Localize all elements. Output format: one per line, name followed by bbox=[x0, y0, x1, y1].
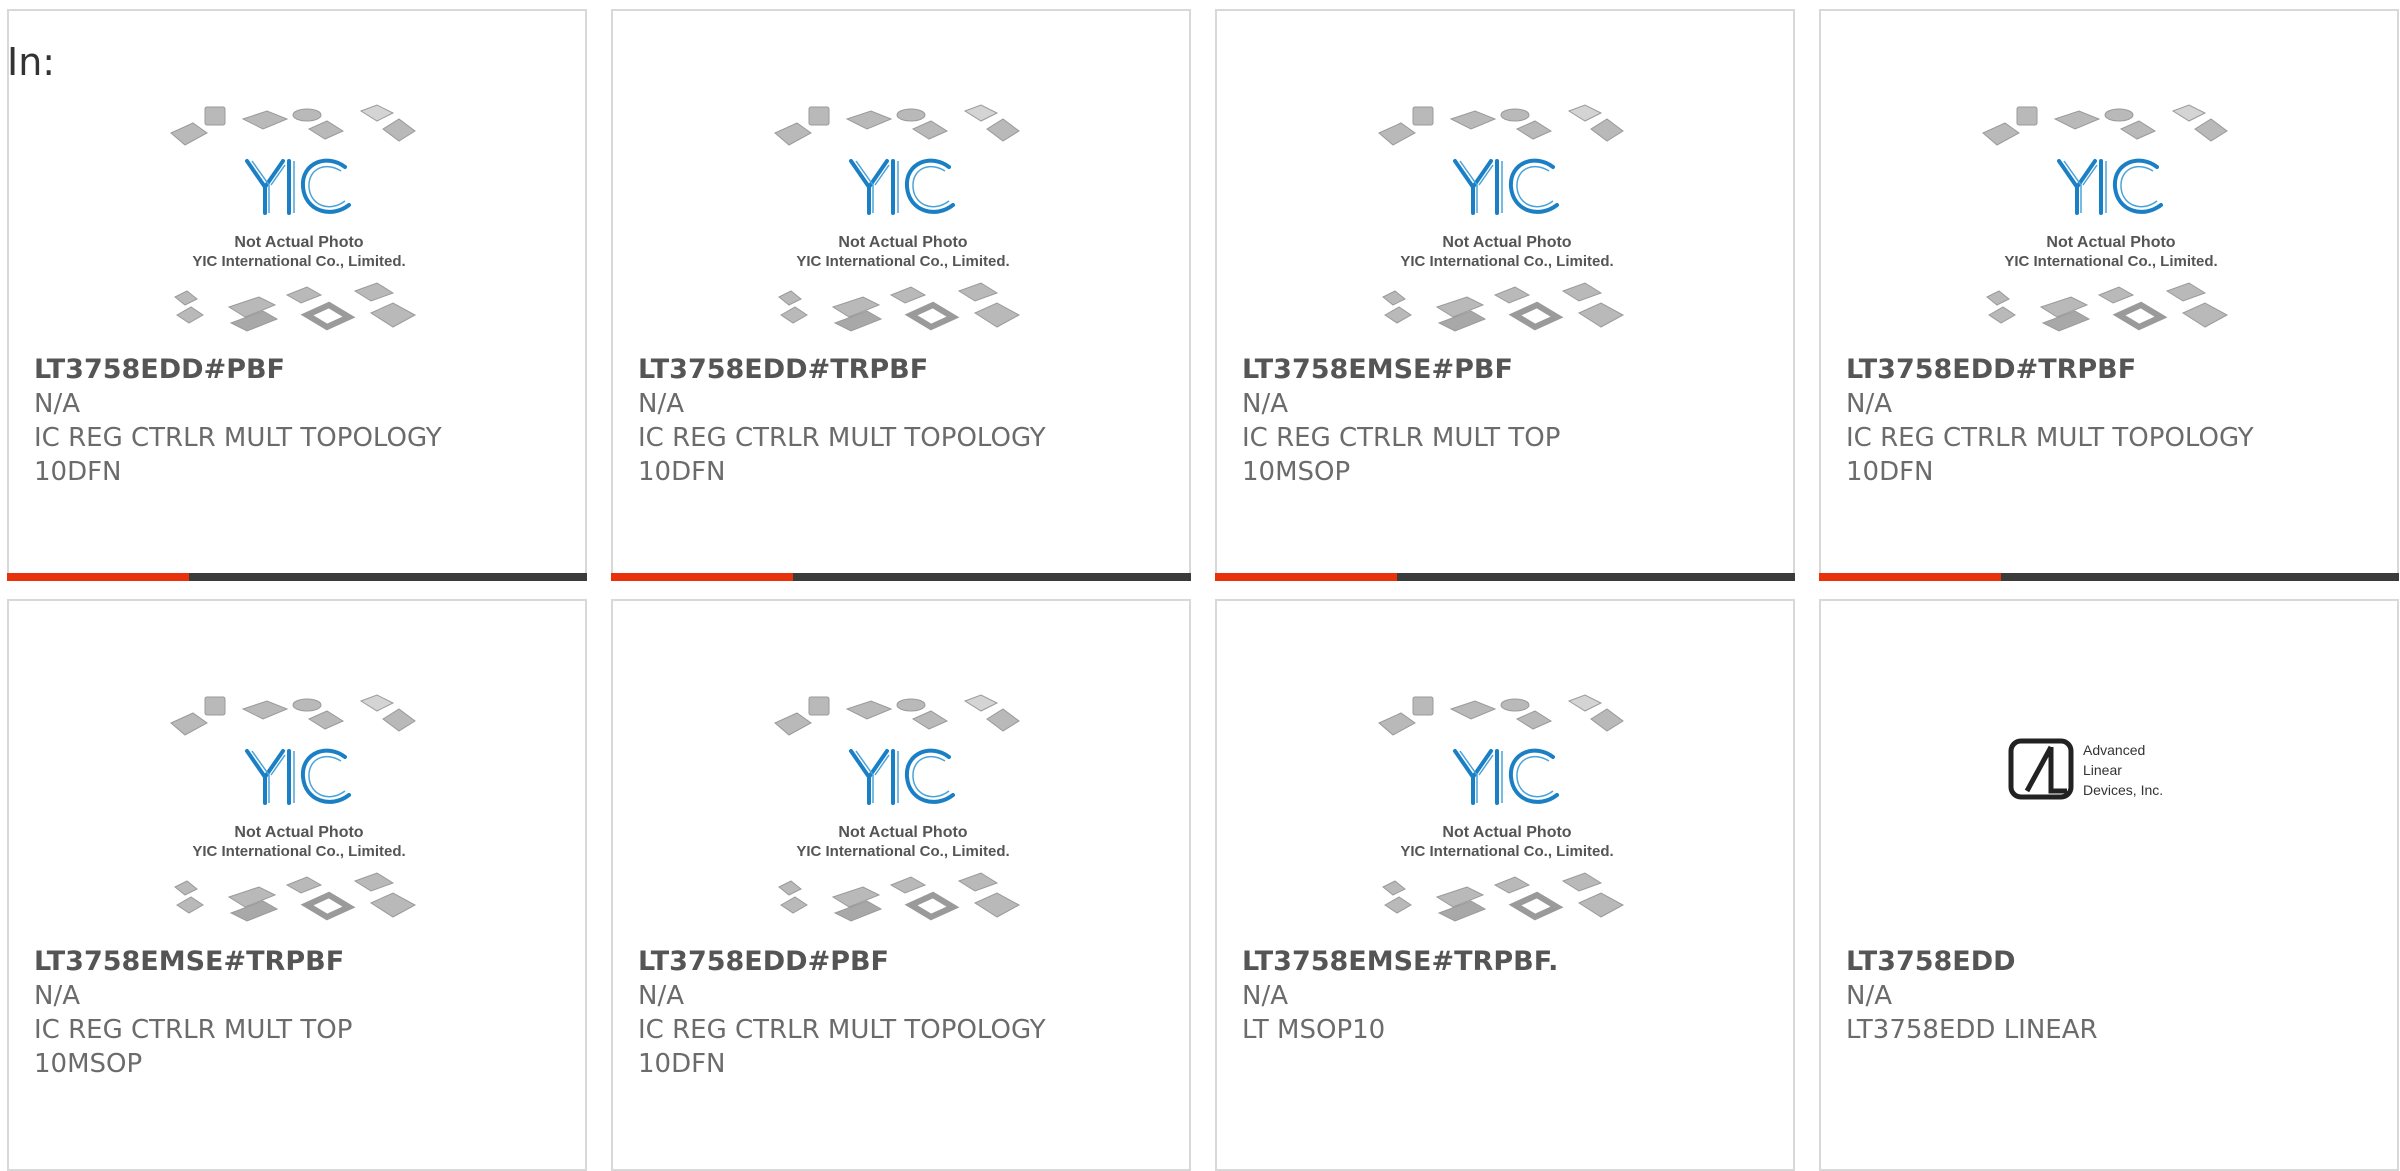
card-accent-bar bbox=[1215, 573, 1397, 581]
product-image-placeholder[interactable]: Not Actual Photo YIC International Co., … bbox=[1971, 101, 2251, 351]
part-number[interactable]: LT3758EMSE#PBF bbox=[1242, 353, 1772, 387]
card-footer-bar bbox=[7, 573, 587, 581]
ald-logo-line1: Advanced bbox=[2083, 742, 2145, 758]
product-image-placeholder[interactable]: Not Actual Photo YIC International Co., … bbox=[763, 101, 1043, 351]
placeholder-caption-line1: Not Actual Photo bbox=[1442, 234, 1571, 251]
description: LT MSOP10 bbox=[1242, 1015, 1386, 1045]
yic-placeholder-icon: Not Actual Photo YIC International Co., … bbox=[1378, 104, 1625, 332]
placeholder-caption-line2: YIC International Co., Limited. bbox=[796, 843, 1009, 860]
card-footer-bar bbox=[1819, 573, 2399, 581]
product-grid: Not Actual Photo YIC International Co., … bbox=[7, 9, 2399, 1171]
placeholder-caption-line1: Not Actual Photo bbox=[838, 824, 967, 841]
part-number[interactable]: LT3758EDD#TRPBF bbox=[638, 353, 1168, 387]
card-accent-bar bbox=[611, 573, 793, 581]
card-accent-bar bbox=[1819, 573, 2001, 581]
product-card[interactable]: Not Actual Photo YIC International Co., … bbox=[1215, 9, 1795, 581]
description: IC REG CTRLR MULT TOPOLOGY 10DFN bbox=[34, 423, 442, 487]
product-card[interactable]: Not Actual Photo YIC International Co., … bbox=[7, 599, 587, 1171]
advanced-linear-devices-logo-icon: Advanced Linear Devices, Inc. bbox=[2008, 738, 2163, 800]
card-footer-bar bbox=[1215, 573, 1795, 581]
placeholder-caption-line1: Not Actual Photo bbox=[234, 234, 363, 251]
manufacturer: N/A bbox=[1242, 389, 1288, 419]
product-image-placeholder[interactable]: Not Actual Photo YIC International Co., … bbox=[1367, 101, 1647, 351]
ald-logo-line2: Linear bbox=[2083, 762, 2122, 778]
product-image-manufacturer-logo[interactable]: Advanced Linear Devices, Inc. bbox=[1971, 691, 2251, 941]
part-number[interactable]: LT3758EDD#TRPBF bbox=[1846, 353, 2376, 387]
product-image-placeholder[interactable]: Not Actual Photo YIC International Co., … bbox=[1367, 691, 1647, 941]
product-card[interactable]: Not Actual Photo YIC International Co., … bbox=[1215, 599, 1795, 1171]
card-footer-bar bbox=[611, 573, 1191, 581]
placeholder-caption-line2: YIC International Co., Limited. bbox=[192, 843, 405, 860]
placeholder-caption-line2: YIC International Co., Limited. bbox=[1400, 253, 1613, 270]
product-card[interactable]: Not Actual Photo YIC International Co., … bbox=[611, 9, 1191, 581]
manufacturer: N/A bbox=[638, 389, 684, 419]
yic-placeholder-icon: Not Actual Photo YIC International Co., … bbox=[170, 104, 417, 332]
placeholder-caption-line1: Not Actual Photo bbox=[838, 234, 967, 251]
manufacturer: N/A bbox=[638, 981, 684, 1011]
part-number[interactable]: LT3758EMSE#TRPBF. bbox=[1242, 945, 1772, 979]
part-number[interactable]: LT3758EDD#PBF bbox=[34, 353, 564, 387]
product-info: LT3758EMSE#TRPBF. N/A LT MSOP10 bbox=[1242, 945, 1772, 1047]
description: IC REG CTRLR MULT TOPOLOGY 10DFN bbox=[638, 1015, 1046, 1079]
placeholder-caption-line1: Not Actual Photo bbox=[234, 824, 363, 841]
product-card[interactable]: Not Actual Photo YIC International Co., … bbox=[7, 9, 587, 581]
description: IC REG CTRLR MULT TOP 10MSOP bbox=[34, 1015, 353, 1079]
in-label: In: bbox=[7, 40, 56, 84]
product-image-placeholder[interactable]: Not Actual Photo YIC International Co., … bbox=[159, 101, 439, 351]
part-number[interactable]: LT3758EDD#PBF bbox=[638, 945, 1168, 979]
product-info: LT3758EDD#PBF N/A IC REG CTRLR MULT TOPO… bbox=[34, 353, 564, 489]
product-image-placeholder[interactable]: Not Actual Photo YIC International Co., … bbox=[763, 691, 1043, 941]
product-info: LT3758EDD N/A LT3758EDD LINEAR bbox=[1846, 945, 2376, 1047]
description: IC REG CTRLR MULT TOPOLOGY 10DFN bbox=[1846, 423, 2254, 487]
product-card[interactable]: Not Actual Photo YIC International Co., … bbox=[1819, 9, 2399, 581]
ald-logo-line3: Devices, Inc. bbox=[2083, 782, 2163, 798]
placeholder-caption-line2: YIC International Co., Limited. bbox=[1400, 843, 1613, 860]
description: IC REG CTRLR MULT TOP 10MSOP bbox=[1242, 423, 1561, 487]
product-info: LT3758EMSE#TRPBF N/A IC REG CTRLR MULT T… bbox=[34, 945, 564, 1081]
description: IC REG CTRLR MULT TOPOLOGY 10DFN bbox=[638, 423, 1046, 487]
product-info: LT3758EDD#TRPBF N/A IC REG CTRLR MULT TO… bbox=[1846, 353, 2376, 489]
product-card[interactable]: Advanced Linear Devices, Inc. LT3758EDD … bbox=[1819, 599, 2399, 1171]
description: LT3758EDD LINEAR bbox=[1846, 1015, 2098, 1045]
product-card[interactable]: Not Actual Photo YIC International Co., … bbox=[611, 599, 1191, 1171]
product-image-placeholder[interactable]: Not Actual Photo YIC International Co., … bbox=[159, 691, 439, 941]
manufacturer: N/A bbox=[1846, 389, 1892, 419]
card-accent-bar bbox=[7, 573, 189, 581]
yic-placeholder-icon: Not Actual Photo YIC International Co., … bbox=[170, 694, 417, 922]
placeholder-caption-line1: Not Actual Photo bbox=[2046, 234, 2175, 251]
yic-placeholder-icon: Not Actual Photo YIC International Co., … bbox=[774, 104, 1021, 332]
yic-placeholder-icon: Not Actual Photo YIC International Co., … bbox=[1982, 104, 2229, 332]
manufacturer: N/A bbox=[1846, 981, 1892, 1011]
placeholder-caption-line1: Not Actual Photo bbox=[1442, 824, 1571, 841]
manufacturer: N/A bbox=[34, 389, 80, 419]
product-info: LT3758EDD#TRPBF N/A IC REG CTRLR MULT TO… bbox=[638, 353, 1168, 489]
product-info: LT3758EMSE#PBF N/A IC REG CTRLR MULT TOP… bbox=[1242, 353, 1772, 489]
yic-placeholder-icon: Not Actual Photo YIC International Co., … bbox=[774, 694, 1021, 922]
placeholder-caption-line2: YIC International Co., Limited. bbox=[796, 253, 1009, 270]
part-number[interactable]: LT3758EMSE#TRPBF bbox=[34, 945, 564, 979]
placeholder-caption-line2: YIC International Co., Limited. bbox=[192, 253, 405, 270]
part-number[interactable]: LT3758EDD bbox=[1846, 945, 2376, 979]
placeholder-caption-line2: YIC International Co., Limited. bbox=[2004, 253, 2217, 270]
product-info: LT3758EDD#PBF N/A IC REG CTRLR MULT TOPO… bbox=[638, 945, 1168, 1081]
manufacturer: N/A bbox=[34, 981, 80, 1011]
manufacturer: N/A bbox=[1242, 981, 1288, 1011]
yic-placeholder-icon: Not Actual Photo YIC International Co., … bbox=[1378, 694, 1625, 922]
